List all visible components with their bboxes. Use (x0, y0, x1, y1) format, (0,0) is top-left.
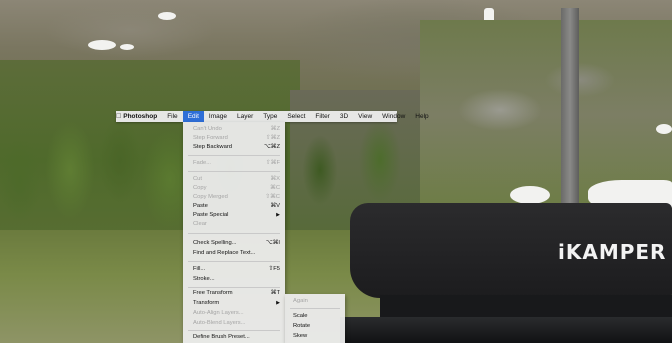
menu-item-label: Paste (193, 203, 208, 209)
menu-item-label: Check Spelling... (193, 240, 237, 246)
menu-filter[interactable]: Filter (310, 111, 334, 122)
metal-pole (561, 8, 579, 208)
menu-item-stroke[interactable]: Stroke... (183, 275, 285, 283)
menu-item-check-spelling[interactable]: Check Spelling... ⌥⌘I (183, 239, 285, 247)
snow-patch (88, 40, 116, 50)
roof-rack (340, 317, 672, 343)
menu-item-shortcut: ⇧F5 (268, 266, 280, 272)
menu-item-shortcut: ⌘T (270, 290, 280, 296)
snow-patch (510, 186, 550, 204)
menu-separator (188, 233, 280, 234)
menu-view[interactable]: View (353, 111, 377, 122)
menu-item-label: Fill... (193, 266, 206, 272)
menu-item-label: Auto-Align Layers... (193, 310, 244, 316)
menu-separator (290, 308, 340, 309)
edit-menu-dropdown: Can't Undo ⌘Z Step Forward ⇧⌘Z Step Back… (183, 122, 285, 343)
menu-item-paste[interactable]: Paste ⌘V (183, 202, 285, 210)
menu-item-label: Step Forward (193, 135, 228, 141)
menu-image[interactable]: Image (204, 111, 232, 122)
menu-item-shortcut: ⇧⌘Z (265, 135, 280, 141)
background-photo: iKAMPER (0, 0, 672, 343)
tent-brand-logo: iKAMPER (558, 240, 667, 264)
transform-submenu: Again Scale Rotate Skew (285, 294, 345, 343)
menu-item-label: Copy (193, 185, 207, 191)
menu-item-transform[interactable]: Transform ▶ (183, 299, 285, 307)
snow-patch (120, 44, 134, 50)
menu-window[interactable]: Window (377, 111, 410, 122)
menu-item-step-forward[interactable]: Step Forward ⇧⌘Z (183, 134, 285, 142)
menu-item-label: Again (293, 298, 308, 304)
menu-3d[interactable]: 3D (335, 111, 353, 122)
menu-item-label: Rotate (293, 323, 311, 329)
menu-item-shortcut: ⌘V (270, 203, 280, 209)
menu-item-auto-align[interactable]: Auto-Align Layers... (183, 309, 285, 317)
menu-item-shortcut: ⇧⌘C (265, 194, 280, 200)
menu-item-shortcut: ⌘X (270, 176, 280, 182)
menu-separator (188, 287, 280, 288)
menu-item-label: Paste Special (193, 212, 229, 218)
submenu-item-scale[interactable]: Scale (285, 312, 345, 320)
menu-file[interactable]: File (162, 111, 182, 122)
menu-item-paste-special[interactable]: Paste Special ▶ (183, 211, 285, 219)
menu-item-shortcut: ⌥⌘Z (263, 144, 280, 150)
submenu-item-rotate[interactable]: Rotate (285, 322, 345, 330)
submenu-item-again[interactable]: Again (285, 297, 345, 305)
menu-item-clear[interactable]: Clear (183, 220, 285, 228)
menu-item-undo[interactable]: Can't Undo ⌘Z (183, 125, 285, 133)
menu-type[interactable]: Type (258, 111, 282, 122)
menu-item-shortcut: ⌘Z (270, 126, 280, 132)
menu-item-shortcut: ⌥⌘I (265, 240, 280, 246)
menu-select[interactable]: Select (282, 111, 310, 122)
menu-item-fill[interactable]: Fill... ⇧F5 (183, 265, 285, 273)
menu-item-auto-blend[interactable]: Auto-Blend Layers... (183, 319, 285, 327)
menu-separator (188, 155, 280, 156)
menu-separator (188, 171, 280, 172)
snow-patch (158, 12, 176, 20)
menu-separator (188, 330, 280, 331)
menu-item-label: Auto-Blend Layers... (193, 320, 246, 326)
menu-item-label: Scale (293, 313, 308, 319)
menu-item-label: Skew (293, 333, 308, 339)
tent-base (380, 295, 672, 317)
menu-item-step-backward[interactable]: Step Backward ⌥⌘Z (183, 143, 285, 151)
menu-item-label: Clear (193, 221, 207, 227)
menu-item-label: Find and Replace Text... (193, 250, 256, 256)
menu-photoshop[interactable]: Photoshop (121, 111, 162, 122)
menu-item-shortcut: ⇧⌘F (265, 160, 280, 166)
snow-patch (656, 124, 672, 134)
menu-item-define-brush[interactable]: Define Brush Preset... (183, 333, 285, 341)
menu-layer[interactable]: Layer (232, 111, 258, 122)
menu-item-label: Transform (193, 300, 220, 306)
menu-item-label: Cut (193, 176, 203, 182)
menu-item-label: Copy Merged (193, 194, 228, 200)
menu-item-fade[interactable]: Fade... ⇧⌘F (183, 159, 285, 167)
menu-item-shortcut: ⌘C (270, 185, 280, 191)
menu-item-cut[interactable]: Cut ⌘X (183, 175, 285, 183)
menu-item-find-replace[interactable]: Find and Replace Text... (183, 249, 285, 257)
menu-item-label: Can't Undo (193, 126, 222, 132)
rooftop-tent: iKAMPER (340, 203, 672, 343)
menu-bar:  Photoshop File Edit Image Layer Type S… (116, 111, 429, 122)
menu-item-copy[interactable]: Copy ⌘C (183, 184, 285, 192)
menu-item-copy-merged[interactable]: Copy Merged ⇧⌘C (183, 193, 285, 201)
menu-item-label: Define Brush Preset... (193, 334, 250, 340)
submenu-arrow-icon: ▶ (276, 300, 280, 306)
menu-edit[interactable]: Edit (182, 111, 204, 122)
menu-item-label: Fade... (193, 160, 212, 166)
menu-item-free-transform[interactable]: Free Transform ⌘T (183, 289, 285, 297)
menu-item-label: Free Transform (193, 290, 233, 296)
menu-item-label: Stroke... (193, 276, 215, 282)
submenu-arrow-icon: ▶ (276, 212, 280, 218)
submenu-item-skew[interactable]: Skew (285, 332, 345, 340)
menu-separator (188, 261, 280, 262)
menu-item-label: Step Backward (193, 144, 232, 150)
menu-help[interactable]: Help (410, 111, 433, 122)
